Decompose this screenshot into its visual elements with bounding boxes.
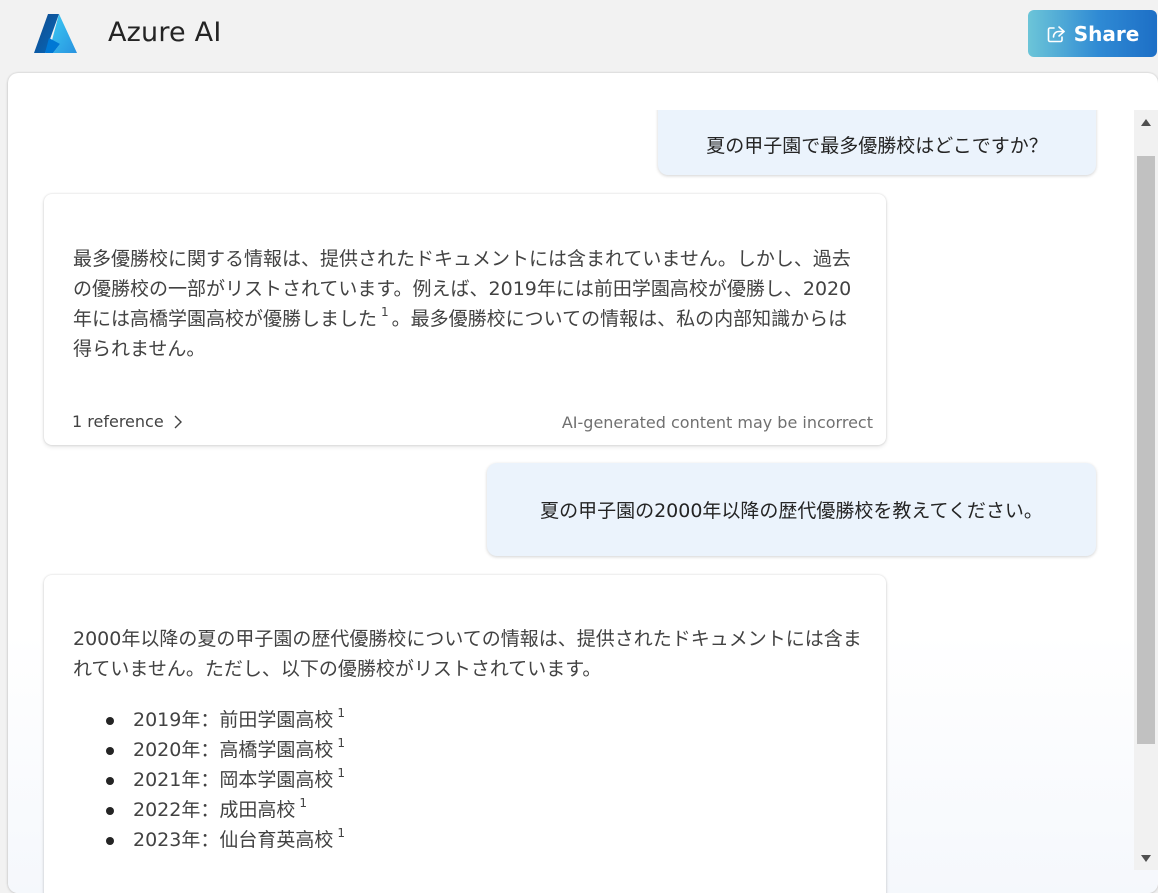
list-item: 2019年：前田学園高校 1: [106, 705, 348, 735]
list-item: 2022年：成田高校 1: [106, 795, 348, 825]
citation-marker[interactable]: 1: [337, 826, 345, 840]
scroll-down-button[interactable]: [1134, 846, 1158, 870]
share-button[interactable]: Share: [1028, 10, 1157, 57]
share-button-label: Share: [1073, 21, 1140, 46]
user-message: 夏の甲子園の2000年以降の歴代優勝校を教えてください。: [487, 463, 1096, 556]
list-item: 2021年：岡本学園高校 1: [106, 765, 348, 795]
citation-marker[interactable]: 1: [337, 736, 345, 750]
conversation[interactable]: 夏の甲子園で最多優勝校はどこですか？ 最多優勝校に関する情報は、提供されたドキュ…: [8, 110, 1130, 893]
list-item: 2020年：高橋学園高校 1: [106, 735, 348, 765]
list-item-text: 2023年：仙台育英高校: [133, 829, 334, 851]
citation-marker[interactable]: 1: [337, 766, 345, 780]
app-header: Azure AI Share: [0, 0, 1158, 72]
share-icon: [1047, 25, 1065, 42]
scroll-thumb[interactable]: [1137, 156, 1155, 744]
references-toggle[interactable]: 1 reference: [72, 412, 184, 431]
user-message-text: 夏の甲子園の2000年以降の歴代優勝校を教えてください。: [540, 500, 1043, 522]
assistant-message: 2000年以降の夏の甲子園の歴代優勝校についての情報は、提供されたドキュメントに…: [44, 575, 886, 893]
scrollbar[interactable]: [1134, 110, 1158, 870]
assistant-message-text: 最多優勝校に関する情報は、提供されたドキュメントには含まれていません。しかし、過…: [73, 244, 863, 364]
app-title: Azure AI: [108, 17, 222, 48]
list-item-text: 2021年：岡本学園高校: [133, 769, 334, 791]
ai-disclaimer: AI-generated content may be incorrect: [561, 413, 873, 432]
list-item-text: 2019年：前田学園高校: [133, 709, 334, 731]
assistant-message: 最多優勝校に関する情報は、提供されたドキュメントには含まれていません。しかし、過…: [44, 194, 886, 445]
assistant-message-text: 2000年以降の夏の甲子園の歴代優勝校についての情報は、提供されたドキュメントに…: [73, 628, 862, 680]
chat-panel: 夏の甲子園で最多優勝校はどこですか？ 最多優勝校に関する情報は、提供されたドキュ…: [8, 73, 1158, 893]
user-message: 夏の甲子園で最多優勝校はどこですか？: [658, 110, 1096, 175]
citation-marker[interactable]: 1: [337, 706, 345, 720]
azure-logo-icon: [34, 14, 77, 53]
chevron-right-icon: [174, 415, 182, 428]
triangle-up-icon: [1141, 118, 1151, 126]
citation-marker[interactable]: 1: [299, 796, 307, 810]
triangle-down-icon: [1141, 854, 1151, 862]
references-label: 1 reference: [72, 412, 164, 431]
scroll-up-button[interactable]: [1134, 110, 1158, 134]
list-item-text: 2020年：高橋学園高校: [133, 739, 334, 761]
user-message-text: 夏の甲子園で最多優勝校はどこですか？: [706, 135, 1048, 157]
winners-list: 2019年：前田学園高校 1 2020年：高橋学園高校 1 2021年：岡本学園高校…: [106, 705, 348, 855]
citation-marker[interactable]: 1: [381, 305, 389, 319]
list-item: 2023年：仙台育英高校 1: [106, 825, 348, 855]
list-item-text: 2022年：成田高校: [133, 799, 296, 821]
